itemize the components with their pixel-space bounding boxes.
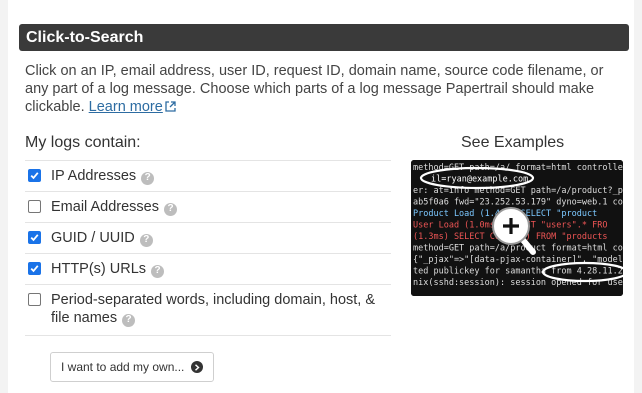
logs-contain-heading: My logs contain: — [25, 134, 141, 151]
settings-panel: Click-to-Search Click on an IP, email ad… — [8, 0, 634, 393]
option-email-addresses[interactable]: Email Addresses? — [25, 191, 391, 222]
option-label: IP Addresses — [51, 168, 137, 184]
example-log-line: il=ryan@example.com — [431, 175, 528, 185]
help-icon[interactable]: ? — [141, 171, 155, 185]
period-separated-checkbox[interactable] — [28, 293, 41, 306]
guid-uuid-checkbox[interactable] — [28, 231, 41, 244]
option-label: HTTP(s) URLs — [51, 261, 147, 277]
option-period-separated[interactable]: Period-separated words, including domain… — [25, 284, 391, 336]
examples-image[interactable]: method=GET path=/a/ format=html controll… — [411, 160, 623, 296]
example-log-line: ted publickey for samantha from 4.28.11.… — [413, 267, 623, 277]
option-http-urls[interactable]: HTTP(s) URLs? — [25, 253, 391, 284]
option-ip-addresses[interactable]: IP Addresses? — [25, 160, 391, 191]
example-log-line: nix(sshd:session): session opened for us… — [413, 278, 623, 288]
learn-more-link[interactable]: Learn more — [89, 99, 163, 115]
add-own-label: I want to add my own... — [61, 360, 185, 374]
example-log-line: er: at=info method=GET path=/a/product?_… — [413, 186, 623, 196]
section-header: Click-to-Search — [19, 24, 629, 51]
add-own-button[interactable]: I want to add my own... — [50, 352, 215, 382]
help-icon[interactable]: ? — [151, 264, 165, 278]
example-log-line: method=GET path=/a/product format=html c… — [413, 244, 623, 254]
example-log-line: ab5f0a6 fwd="23.252.53.179" dyno=web.1 c… — [413, 198, 623, 208]
chevron-right-icon — [191, 361, 204, 373]
examples-heading: See Examples — [461, 134, 565, 151]
option-label: Period-separated words, including domain… — [51, 292, 376, 326]
option-label: Email Addresses — [51, 199, 159, 215]
log-options-list: IP Addresses? Email Addresses? GUID / UU… — [25, 160, 391, 336]
section-description: Click on an IP, email address, user ID, … — [25, 62, 625, 117]
ip-addresses-checkbox[interactable] — [28, 169, 41, 182]
option-label: GUID / UUID — [51, 230, 135, 246]
help-icon[interactable]: ? — [164, 202, 177, 216]
help-icon[interactable]: ? — [139, 233, 153, 247]
terminal-log-preview: method=GET path=/a/ format=html controll… — [411, 160, 623, 296]
external-link-icon — [165, 99, 176, 117]
help-icon[interactable]: ? — [122, 313, 136, 327]
option-guid-uuid[interactable]: GUID / UUID? — [25, 222, 391, 253]
http-urls-checkbox[interactable] — [28, 262, 41, 275]
email-addresses-checkbox[interactable] — [28, 200, 41, 213]
